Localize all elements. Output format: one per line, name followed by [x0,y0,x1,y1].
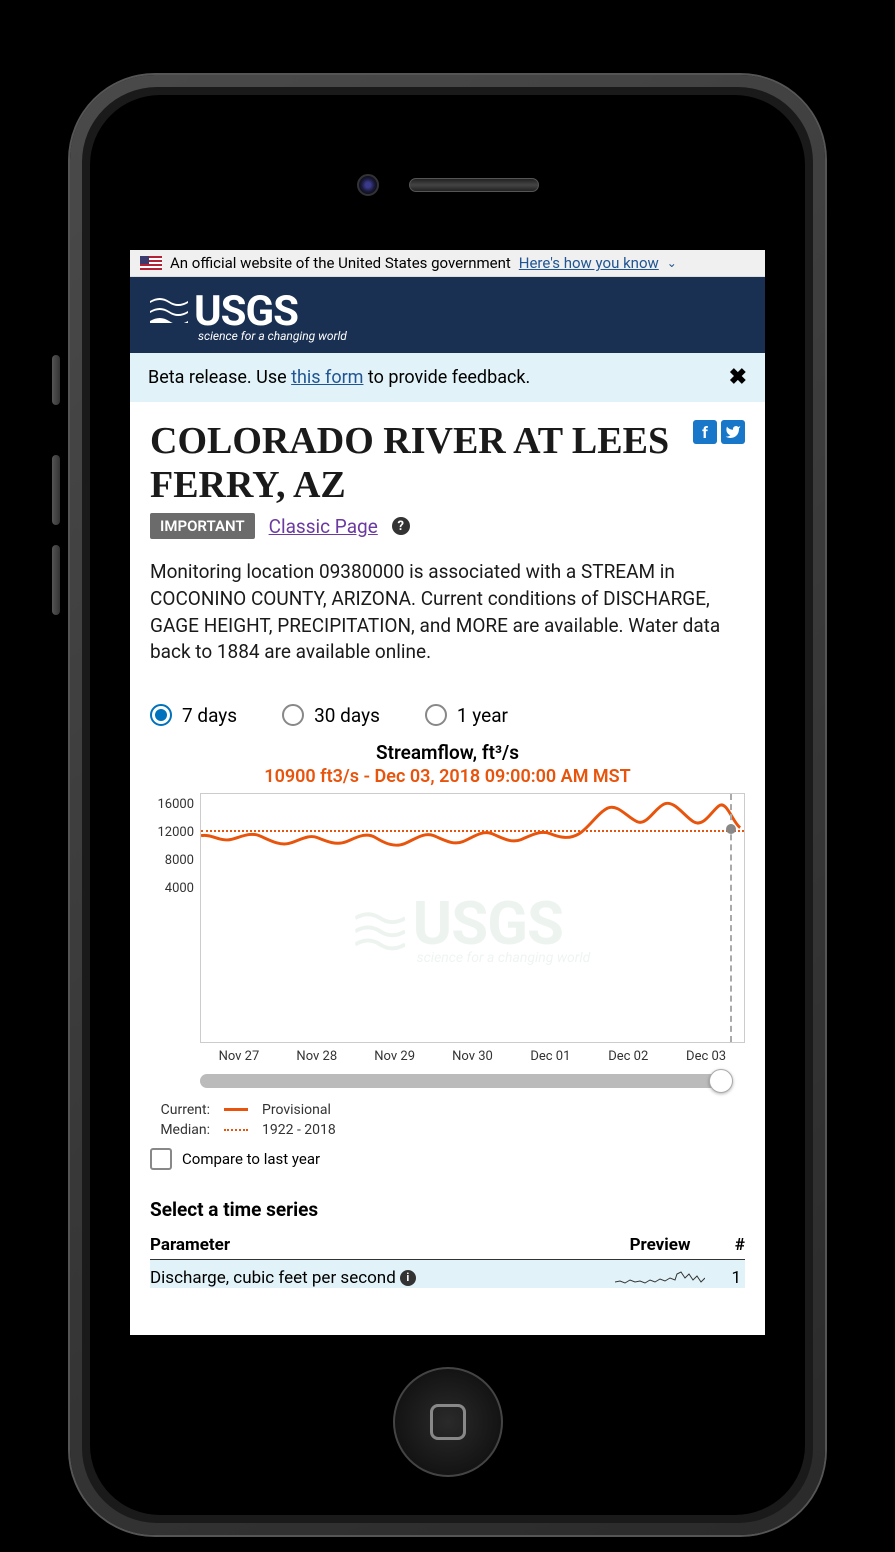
compare-checkbox[interactable] [150,1148,172,1170]
site-header: USGS science for a changing world [130,277,765,353]
beta-suffix: to provide feedback. [363,367,530,388]
chart-title: Streamflow, ft³/s [150,741,745,764]
help-icon[interactable]: ? [392,517,410,535]
usgs-logo[interactable]: USGS science for a changing world [150,291,745,343]
beta-banner: Beta release. Use this form to provide f… [130,353,765,402]
legend-swatch-median [224,1129,248,1131]
chart-cursor-point [726,824,736,834]
compare-label: Compare to last year [182,1150,320,1168]
usgs-wave-icon [150,291,188,329]
radio-label: 7 days [182,704,237,727]
close-icon[interactable]: ✖ [729,365,747,390]
logo-text: USGS [194,291,347,333]
screen: An official website of the United States… [130,250,765,1335]
beta-feedback-link[interactable]: this form [291,367,363,388]
logo-tagline: science for a changing world [198,329,347,343]
phone-camera [357,174,379,196]
page-title: COLORADO RIVER AT LEES FERRY, AZ [150,420,683,507]
chart-x-axis: Nov 27 Nov 28 Nov 29 Nov 30 Dec 01 Dec 0… [200,1043,745,1064]
info-icon[interactable]: i [400,1270,416,1286]
location-description: Monitoring location 09380000 is associat… [150,559,745,665]
twitter-share-button[interactable] [721,420,745,444]
chart-plot-area[interactable]: USGS science for a changing world [200,793,745,1043]
chart-current-value: 10900 ft3/s - Dec 03, 2018 09:00:00 AM M… [150,766,745,787]
legend-swatch-provisional [224,1108,248,1111]
important-badge: IMPORTANT [150,513,255,539]
chart-legend: Current: Provisional Median: 1922 - 2018 [150,1100,745,1140]
sparkline-preview [615,1268,705,1288]
radio-30days[interactable]: 30 days [282,704,380,727]
chart-y-axis: 16000 12000 8000 4000 [150,793,200,1043]
gov-banner-link[interactable]: Here's how you know [519,254,659,272]
beta-prefix: Beta release. Use [148,367,291,388]
facebook-share-button[interactable]: f [693,420,717,444]
phone-speaker [409,178,539,192]
radio-label: 1 year [457,704,508,727]
streamflow-line [201,794,744,1042]
timeseries-table-header: Parameter Preview # [150,1231,745,1260]
us-flag-icon [140,256,162,270]
time-slider[interactable] [200,1074,725,1088]
radio-1year[interactable]: 1 year [425,704,508,727]
slider-handle[interactable] [709,1069,733,1093]
radio-label: 30 days [314,704,380,727]
parameter-name: Discharge, cubic feet per second [150,1268,396,1288]
time-range-selector: 7 days 30 days 1 year [150,704,745,727]
streamflow-chart: Streamflow, ft³/s 10900 ft3/s - Dec 03, … [150,741,745,1170]
parameter-count: 1 [705,1268,745,1288]
gov-banner-text: An official website of the United States… [170,254,511,272]
classic-page-link[interactable]: Classic Page [269,515,378,538]
gov-banner: An official website of the United States… [130,250,765,277]
table-row[interactable]: Discharge, cubic feet per second i 1 [150,1260,745,1288]
chevron-down-icon: ⌄ [667,256,677,270]
timeseries-heading: Select a time series [150,1198,745,1221]
radio-7days[interactable]: 7 days [150,704,237,727]
home-button[interactable] [393,1367,503,1477]
